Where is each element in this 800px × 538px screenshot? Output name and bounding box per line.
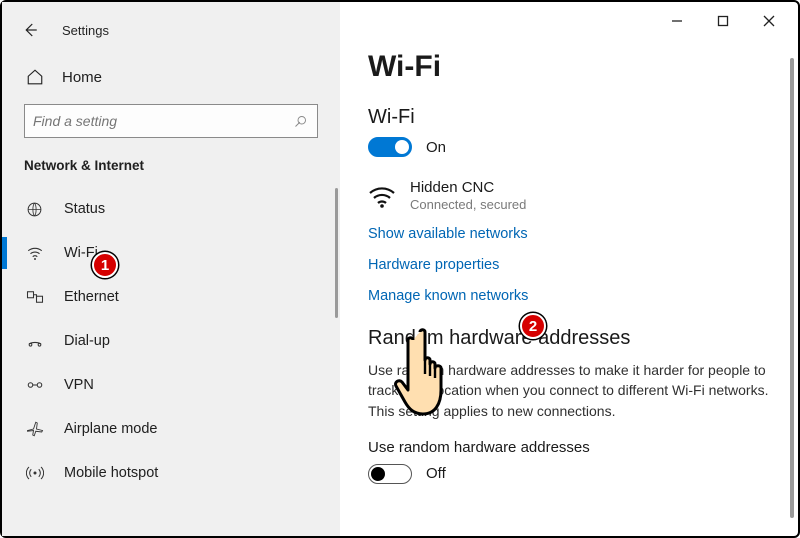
sidebar-item-label: Airplane mode (64, 421, 158, 437)
sidebar-item-label: Wi-Fi (64, 245, 98, 261)
sidebar-item-ethernet[interactable]: Ethernet (2, 275, 340, 319)
search-icon (291, 112, 309, 130)
minimize-button[interactable] (654, 6, 700, 36)
home-icon (26, 68, 44, 86)
sidebar-item-vpn[interactable]: VPN (2, 363, 340, 407)
random-hw-desc: Use random hardware addresses to make it… (368, 360, 770, 421)
window-controls (654, 6, 792, 36)
wifi-signal-icon (368, 184, 396, 208)
main-scrollbar[interactable] (790, 58, 794, 518)
dialup-icon (26, 334, 46, 348)
settings-title: Settings (62, 23, 109, 38)
airplane-icon (26, 420, 46, 438)
link-show-available[interactable]: Show available networks (368, 226, 528, 242)
search-input[interactable] (33, 113, 291, 129)
link-hardware-properties[interactable]: Hardware properties (368, 257, 499, 273)
wifi-section-title: Wi-Fi (368, 106, 770, 129)
sidebar-item-label: Mobile hotspot (64, 465, 158, 481)
home-button[interactable]: Home (2, 56, 340, 98)
wifi-toggle-state: On (426, 139, 446, 156)
ethernet-icon (26, 290, 46, 304)
section-header: Network & Internet (2, 144, 340, 183)
sidebar-item-label: VPN (64, 377, 94, 393)
nav-list: Status Wi-Fi Ethernet Dial-up VPN Airpla… (2, 187, 340, 495)
close-button[interactable] (746, 6, 792, 36)
maximize-button[interactable] (700, 6, 746, 36)
home-label: Home (62, 69, 102, 86)
sidebar-item-wifi[interactable]: Wi-Fi (2, 231, 340, 275)
header-row: Settings (2, 10, 340, 50)
sidebar-item-label: Ethernet (64, 289, 119, 305)
sidebar-item-label: Status (64, 201, 105, 217)
window: Settings Home Network & Internet Status (0, 0, 800, 538)
wifi-toggle[interactable] (368, 137, 412, 157)
wifi-icon (26, 244, 46, 262)
sidebar-item-airplane[interactable]: Airplane mode (2, 407, 340, 451)
random-hw-sublabel: Use random hardware addresses (368, 439, 770, 456)
sidebar-scrollbar[interactable] (335, 188, 338, 318)
sidebar-item-dialup[interactable]: Dial-up (2, 319, 340, 363)
current-connection[interactable]: Hidden CNC Connected, secured (368, 179, 770, 212)
main-panel: Wi-Fi Wi-Fi On Hidden CNC Connected, sec… (340, 2, 798, 536)
random-hw-state: Off (426, 465, 446, 482)
hotspot-icon (26, 464, 46, 482)
connection-name: Hidden CNC (410, 179, 526, 196)
search-box[interactable] (24, 104, 318, 138)
page-title: Wi-Fi (368, 50, 770, 84)
link-manage-known[interactable]: Manage known networks (368, 288, 528, 304)
connection-status: Connected, secured (410, 197, 526, 212)
vpn-icon (26, 378, 46, 392)
back-icon[interactable] (20, 20, 40, 40)
globe-icon (26, 201, 46, 218)
sidebar-item-hotspot[interactable]: Mobile hotspot (2, 451, 340, 495)
search-wrap (2, 98, 340, 144)
sidebar-item-label: Dial-up (64, 333, 110, 349)
sidebar: Settings Home Network & Internet Status (2, 2, 340, 536)
random-hw-title: Random hardware addresses (368, 327, 770, 350)
random-hw-toggle[interactable] (368, 464, 412, 484)
sidebar-item-status[interactable]: Status (2, 187, 340, 231)
